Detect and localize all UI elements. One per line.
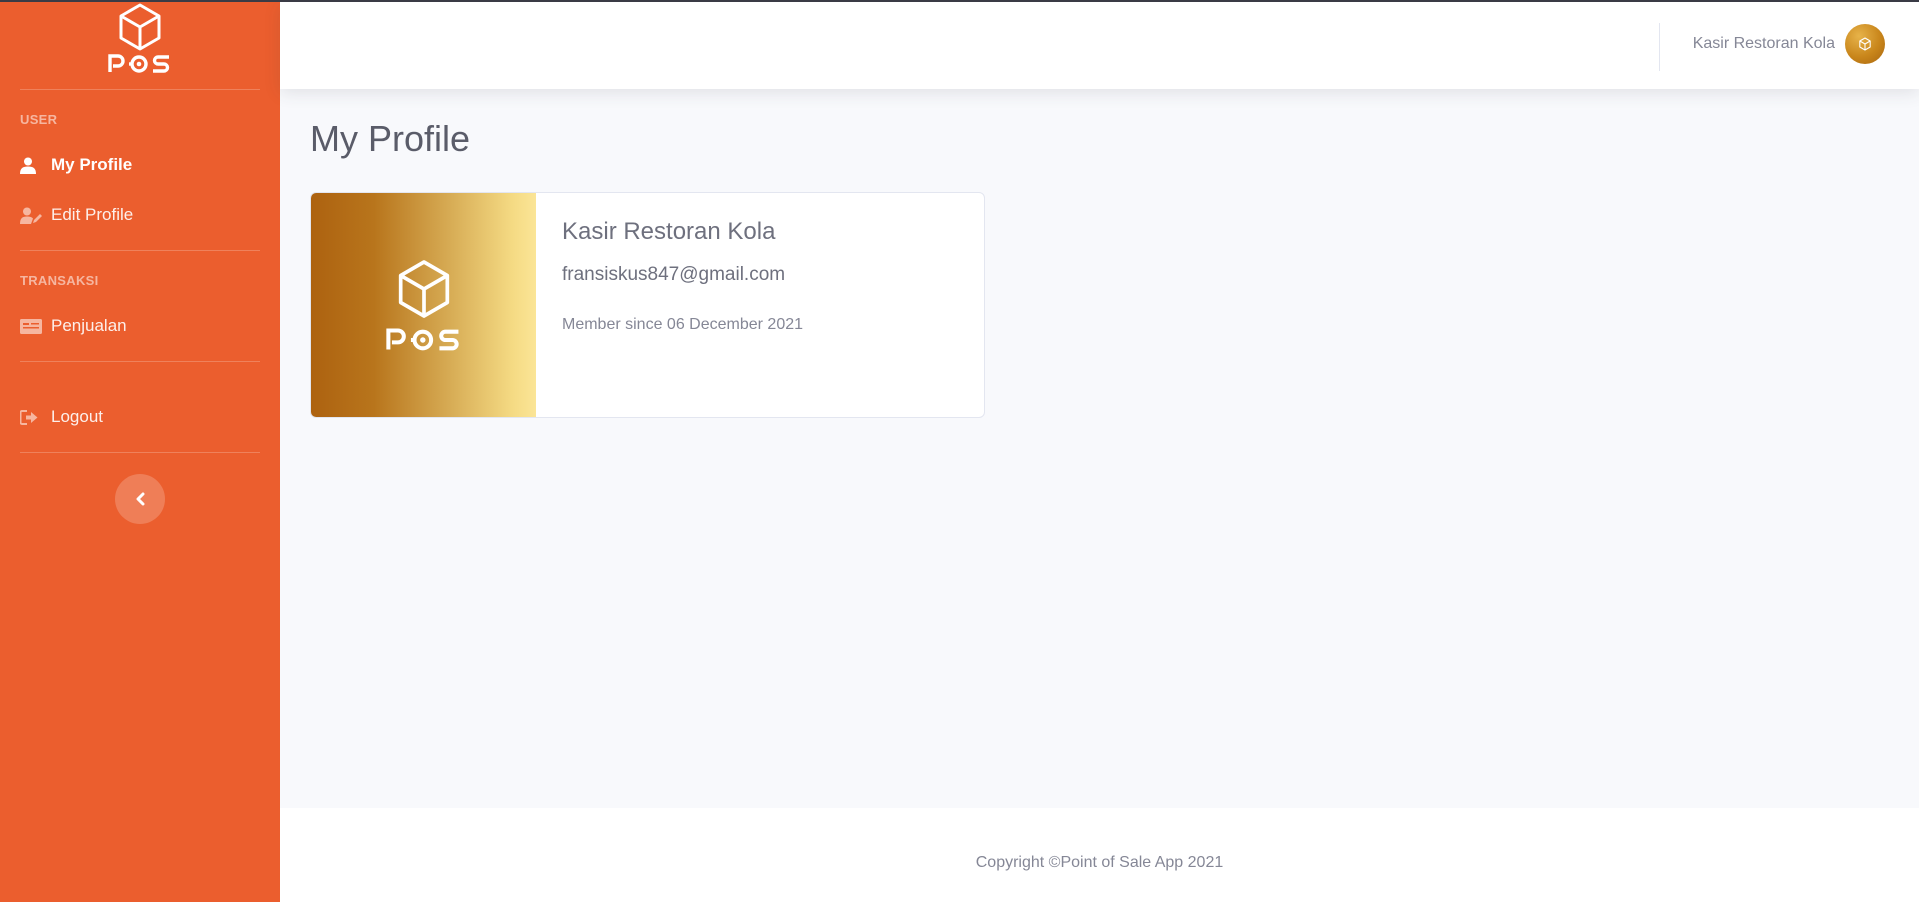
- sidebar-divider: [20, 361, 260, 362]
- cube-icon: [119, 3, 161, 51]
- user-name: Kasir Restoran Kola: [1692, 35, 1835, 52]
- sidebar-item-label: My Profile: [51, 155, 133, 174]
- sidebar-heading-transaksi: TRANSAKSI: [20, 273, 99, 288]
- brand-logo[interactable]: [0, 0, 280, 90]
- sidebar-toggle-button[interactable]: [115, 474, 165, 524]
- cube-icon: [398, 260, 449, 318]
- window-top-border: [0, 0, 1919, 2]
- profile-details: Kasir Restoran Kola fransiskus847@gmail.…: [536, 193, 829, 417]
- profile-card: Kasir Restoran Kola fransiskus847@gmail.…: [310, 192, 985, 418]
- sidebar-heading-user: USER: [20, 112, 58, 127]
- user-edit-icon: [20, 205, 42, 225]
- avatar: [1845, 24, 1885, 64]
- sidebar-item-logout[interactable]: Logout: [0, 397, 280, 437]
- sidebar-item-my-profile[interactable]: My Profile: [0, 145, 280, 185]
- profile-name: Kasir Restoran Kola: [562, 218, 776, 245]
- sidebar-item-label: Penjualan: [51, 316, 127, 335]
- brand-wordmark: [385, 328, 459, 351]
- sidebar-item-label: Edit Profile: [51, 205, 134, 224]
- cube-icon: [1859, 37, 1871, 51]
- topbar: Kasir Restoran Kola: [280, 2, 1919, 89]
- profile-image: [311, 193, 536, 417]
- member-since: Member since 06 December 2021: [562, 316, 804, 333]
- receipt-icon: [20, 316, 42, 336]
- sidebar-divider: [20, 89, 260, 90]
- sidebar-item-edit-profile[interactable]: Edit Profile: [0, 195, 280, 235]
- topbar-divider: [1659, 23, 1660, 71]
- sidebar: USER My Profile Edit Profile TRANSAKSI P…: [0, 0, 280, 902]
- profile-email: fransiskus847@gmail.com: [562, 264, 786, 285]
- sidebar-divider: [20, 250, 260, 251]
- logout-icon: [20, 407, 42, 427]
- user-icon: [20, 155, 42, 175]
- brand-wordmark: [108, 54, 170, 73]
- user-dropdown[interactable]: Kasir Restoran Kola: [1693, 23, 1885, 65]
- sidebar-item-penjualan[interactable]: Penjualan: [0, 306, 280, 346]
- sidebar-item-label: Logout: [51, 407, 103, 426]
- copyright-text: Copyright ©Point of Sale App 2021: [975, 854, 1224, 871]
- footer: Copyright ©Point of Sale App 2021: [280, 808, 1919, 902]
- chevron-left-icon: [136, 492, 145, 506]
- sidebar-divider: [20, 452, 260, 453]
- page-title: My Profile: [310, 118, 471, 159]
